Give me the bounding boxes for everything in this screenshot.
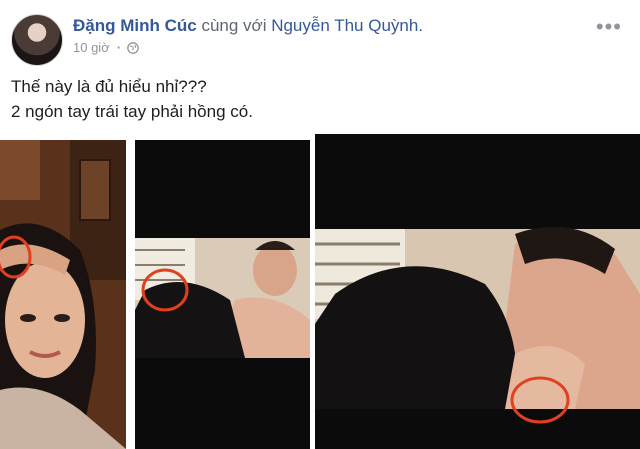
photo-3[interactable] [315, 134, 640, 449]
more-options-icon[interactable]: ••• [596, 14, 622, 40]
post-time[interactable]: 10 giờ [73, 40, 110, 55]
photo-1[interactable] [0, 140, 126, 449]
post-text-line-2: 2 ngón tay trái tay phải hồng có. [11, 102, 253, 121]
photo-2[interactable] [135, 140, 310, 449]
meta-separator: · [116, 40, 122, 55]
post-text: Thế này là đủ hiểu nhỉ??? 2 ngón tay trá… [11, 74, 253, 124]
tagged-user[interactable]: Nguyễn Thu Quỳnh. [271, 16, 423, 35]
author-name[interactable]: Đặng Minh Cúc [73, 16, 197, 35]
photo-grid [0, 134, 640, 449]
post-header: Đặng Minh Cúc cùng với Nguyễn Thu Quỳnh.… [0, 0, 640, 70]
author-line: Đặng Minh Cúc cùng với Nguyễn Thu Quỳnh. [73, 16, 423, 36]
avatar[interactable] [11, 14, 63, 66]
globe-icon[interactable] [127, 41, 139, 54]
post-meta: 10 giờ · [73, 40, 139, 55]
photo-2-image [135, 140, 310, 449]
post-text-line-1: Thế này là đủ hiểu nhỉ??? [11, 77, 207, 96]
photo-1-image [0, 140, 126, 449]
with-text: cùng với [201, 16, 267, 35]
photo-3-image [315, 134, 640, 449]
